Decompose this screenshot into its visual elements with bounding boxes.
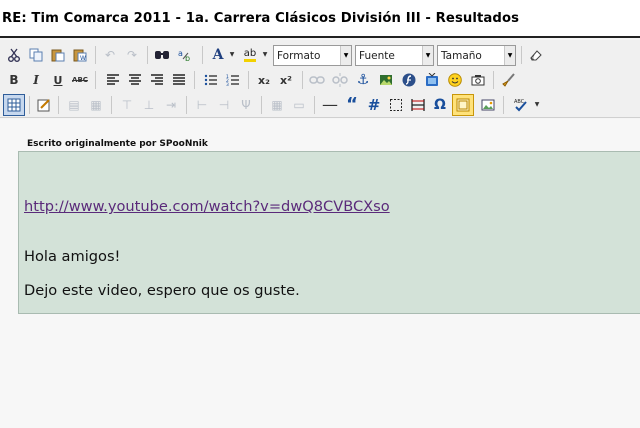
redo-icon[interactable]: ↷ [122, 45, 142, 65]
paste-word-icon[interactable]: W [70, 45, 90, 65]
col-before-icon[interactable]: ⊢ [192, 95, 212, 115]
quote-line-message: Dejo este video, espero que os guste. [24, 282, 300, 299]
underline-label: U [53, 73, 63, 87]
video-icon[interactable] [422, 70, 442, 90]
brush-icon[interactable] [499, 70, 519, 90]
strikethrough-button[interactable]: ABC [70, 70, 90, 90]
code-hash-icon[interactable]: # [364, 95, 384, 115]
format-select-value: Formato [277, 49, 321, 62]
smiley-icon[interactable] [445, 70, 465, 90]
highlight-dropdown[interactable]: ▼ [261, 45, 269, 65]
subscript-button[interactable]: x₂ [254, 70, 274, 90]
youtube-link[interactable]: http://www.youtube.com/watch?v=dwQ8CVBCX… [24, 198, 390, 215]
copy-icon[interactable] [26, 45, 46, 65]
spellcheck-dropdown[interactable]: ▼ [533, 95, 541, 115]
col-after-icon[interactable]: ⊣ [214, 95, 234, 115]
visual-aid-icon[interactable] [386, 95, 406, 115]
size-select[interactable]: Tamaño ▼ [437, 45, 516, 66]
flash-icon[interactable] [399, 70, 419, 90]
font-select[interactable]: Fuente ▼ [355, 45, 434, 66]
paste-icon[interactable] [48, 45, 68, 65]
replace-icon[interactable]: ab [176, 45, 196, 65]
unlink-icon[interactable] [330, 70, 350, 90]
bulleted-list-icon[interactable] [201, 70, 221, 90]
split-cells-icon[interactable]: ▦ [267, 95, 287, 115]
justify-icon[interactable] [169, 70, 189, 90]
superscript-label: x² [280, 73, 292, 87]
highlight-color-icon[interactable]: ab [240, 45, 260, 65]
align-left-icon[interactable] [103, 70, 123, 90]
nonbreaking-space-icon[interactable] [408, 95, 428, 115]
format-select[interactable]: Formato ▼ [273, 45, 352, 66]
svg-text:W: W [80, 55, 86, 62]
window-title: RE: Tim Comarca 2011 - 1a. Carrera Clási… [0, 0, 640, 38]
subscript-label: x₂ [258, 73, 270, 87]
svg-text:3: 3 [226, 82, 229, 86]
italic-button[interactable]: I [26, 70, 46, 90]
bold-label: B [9, 73, 19, 87]
special-char-icon[interactable]: Ω [430, 95, 450, 115]
text-color-icon[interactable]: A [208, 45, 228, 65]
find-icon[interactable] [152, 45, 172, 65]
link-icon[interactable] [307, 70, 327, 90]
delete-row-icon[interactable]: ⇥ [161, 95, 181, 115]
media-icon[interactable] [452, 94, 474, 116]
eraser-icon[interactable] [526, 45, 546, 65]
cut-icon[interactable] [4, 45, 24, 65]
toolbar-row-3: ▤ ▦ ⊤ ⊥ ⇥ ⊢ ⊣ Ψ ▦ ▭ — “ # Ω ABC ▼ [0, 93, 640, 117]
svg-text:a: a [178, 49, 183, 58]
size-select-value: Tamaño [441, 49, 482, 62]
anchor-icon[interactable]: ⚓ [353, 70, 373, 90]
edit-form-icon[interactable] [34, 95, 54, 115]
row-after-icon[interactable]: ⊥ [139, 95, 159, 115]
quote-caption: Escrito originalmente por SPooNnik [27, 139, 208, 149]
text-color-letter: A [212, 47, 224, 63]
omega-glyph: Ω [434, 97, 446, 113]
table-props-icon[interactable]: ▤ [64, 95, 84, 115]
numbered-list-icon[interactable]: 123 [223, 70, 243, 90]
quote-glyph: “ [346, 94, 358, 115]
merge-cells-icon[interactable]: ▭ [289, 95, 309, 115]
spellcheck-icon[interactable]: ABC [511, 95, 531, 115]
chevron-down-icon: ▼ [340, 46, 351, 65]
align-right-icon[interactable] [147, 70, 167, 90]
cell-props-icon[interactable]: ▦ [86, 95, 106, 115]
table-icon[interactable] [3, 94, 25, 116]
chevron-down-icon: ▼ [422, 46, 433, 65]
undo-icon[interactable]: ↶ [100, 45, 120, 65]
delete-col-icon[interactable]: Ψ [236, 95, 256, 115]
blockquote-icon[interactable]: “ [342, 95, 362, 115]
underline-button[interactable]: U [48, 70, 68, 90]
superscript-button[interactable]: x² [276, 70, 296, 90]
strike-label: ABC [72, 75, 88, 84]
image-icon[interactable] [376, 70, 396, 90]
editor-toolbar: W ↶ ↷ ab A ▼ ab ▼ Formato ▼ Fuente ▼ Tam… [0, 40, 640, 118]
font-select-value: Fuente [359, 49, 395, 62]
bold-button[interactable]: B [4, 70, 24, 90]
italic-label: I [33, 73, 39, 87]
horizontal-rule-icon[interactable]: — [320, 95, 340, 115]
align-center-icon[interactable] [125, 70, 145, 90]
toolbar-row-2: B I U ABC 123 x₂ x² ⚓ [0, 68, 640, 92]
hash-glyph: # [367, 95, 381, 114]
camera-icon[interactable] [468, 70, 488, 90]
insert-image-icon[interactable] [478, 95, 498, 115]
toolbar-row-1: W ↶ ↷ ab A ▼ ab ▼ Formato ▼ Fuente ▼ Tam… [0, 43, 640, 67]
text-color-dropdown[interactable]: ▼ [228, 45, 236, 65]
highlight-letters: ab [243, 48, 257, 62]
quote-line-greeting: Hola amigos! [24, 248, 121, 265]
chevron-down-icon: ▼ [504, 46, 515, 65]
row-before-icon[interactable]: ⊤ [117, 95, 137, 115]
